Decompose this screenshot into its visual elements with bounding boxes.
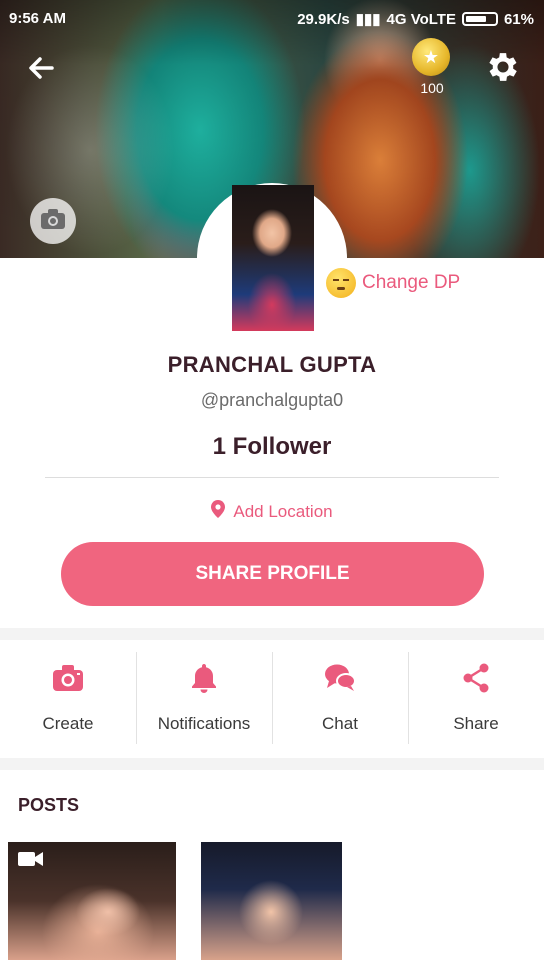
- change-dp-button[interactable]: Change DP: [326, 268, 460, 298]
- location-label: Add Location: [233, 501, 333, 521]
- battery-level: 61%: [503, 10, 534, 28]
- share-profile-button[interactable]: SHARE PROFILE: [61, 542, 484, 606]
- location-pin-icon: [211, 500, 226, 523]
- status-right: 29.9K/s ▮▮▮ 4G VoLTE 61%: [297, 10, 534, 29]
- add-location-link[interactable]: Add Location: [0, 500, 544, 523]
- status-bar: 9:56 AM 29.9K/s ▮▮▮ 4G VoLTE 61%: [0, 0, 544, 36]
- post-thumbnail[interactable]: [8, 842, 176, 960]
- network-type: 4G VoLTE: [386, 10, 456, 28]
- divider: [45, 477, 499, 478]
- notifications-label: Notifications: [157, 713, 251, 733]
- post-thumbnail[interactable]: [201, 842, 342, 960]
- back-arrow-icon[interactable]: [22, 48, 62, 88]
- profile-handle: @pranchalgupta0: [200, 390, 344, 410]
- section-divider: [0, 628, 544, 640]
- coin-count: 100: [420, 80, 444, 96]
- share-icon: [459, 661, 493, 700]
- posts-heading: POSTS: [18, 795, 80, 815]
- create-label: Create: [42, 713, 94, 733]
- change-cover-camera-button[interactable]: [30, 198, 76, 244]
- bell-icon: [187, 661, 221, 700]
- create-button[interactable]: Create: [0, 640, 136, 754]
- follower-count[interactable]: 1 Follower: [0, 433, 544, 461]
- avatar[interactable]: [232, 185, 314, 331]
- share-button[interactable]: Share: [408, 640, 544, 754]
- network-speed: 29.9K/s: [297, 10, 350, 28]
- share-label: Share: [453, 713, 499, 733]
- section-divider: [0, 758, 544, 770]
- change-dp-label: Change DP: [362, 272, 461, 293]
- notifications-button[interactable]: Notifications: [136, 640, 272, 754]
- camera-icon: [40, 208, 66, 235]
- chat-label: Chat: [322, 713, 358, 733]
- chat-button[interactable]: Chat: [272, 640, 408, 754]
- action-bar: Create Notifications Chat Share: [0, 640, 544, 754]
- coin-icon[interactable]: ★: [412, 38, 450, 76]
- video-icon: [18, 850, 44, 868]
- profile-name: PRANCHAL GUPTA: [167, 352, 377, 377]
- status-time: 9:56 AM: [9, 10, 66, 27]
- battery-icon: [461, 12, 498, 26]
- settings-gear-icon[interactable]: [484, 48, 522, 86]
- signal-icon: ▮▮▮: [355, 11, 381, 28]
- chat-icon: [323, 661, 357, 700]
- emoji-icon: [326, 268, 356, 298]
- camera-icon: [51, 661, 85, 700]
